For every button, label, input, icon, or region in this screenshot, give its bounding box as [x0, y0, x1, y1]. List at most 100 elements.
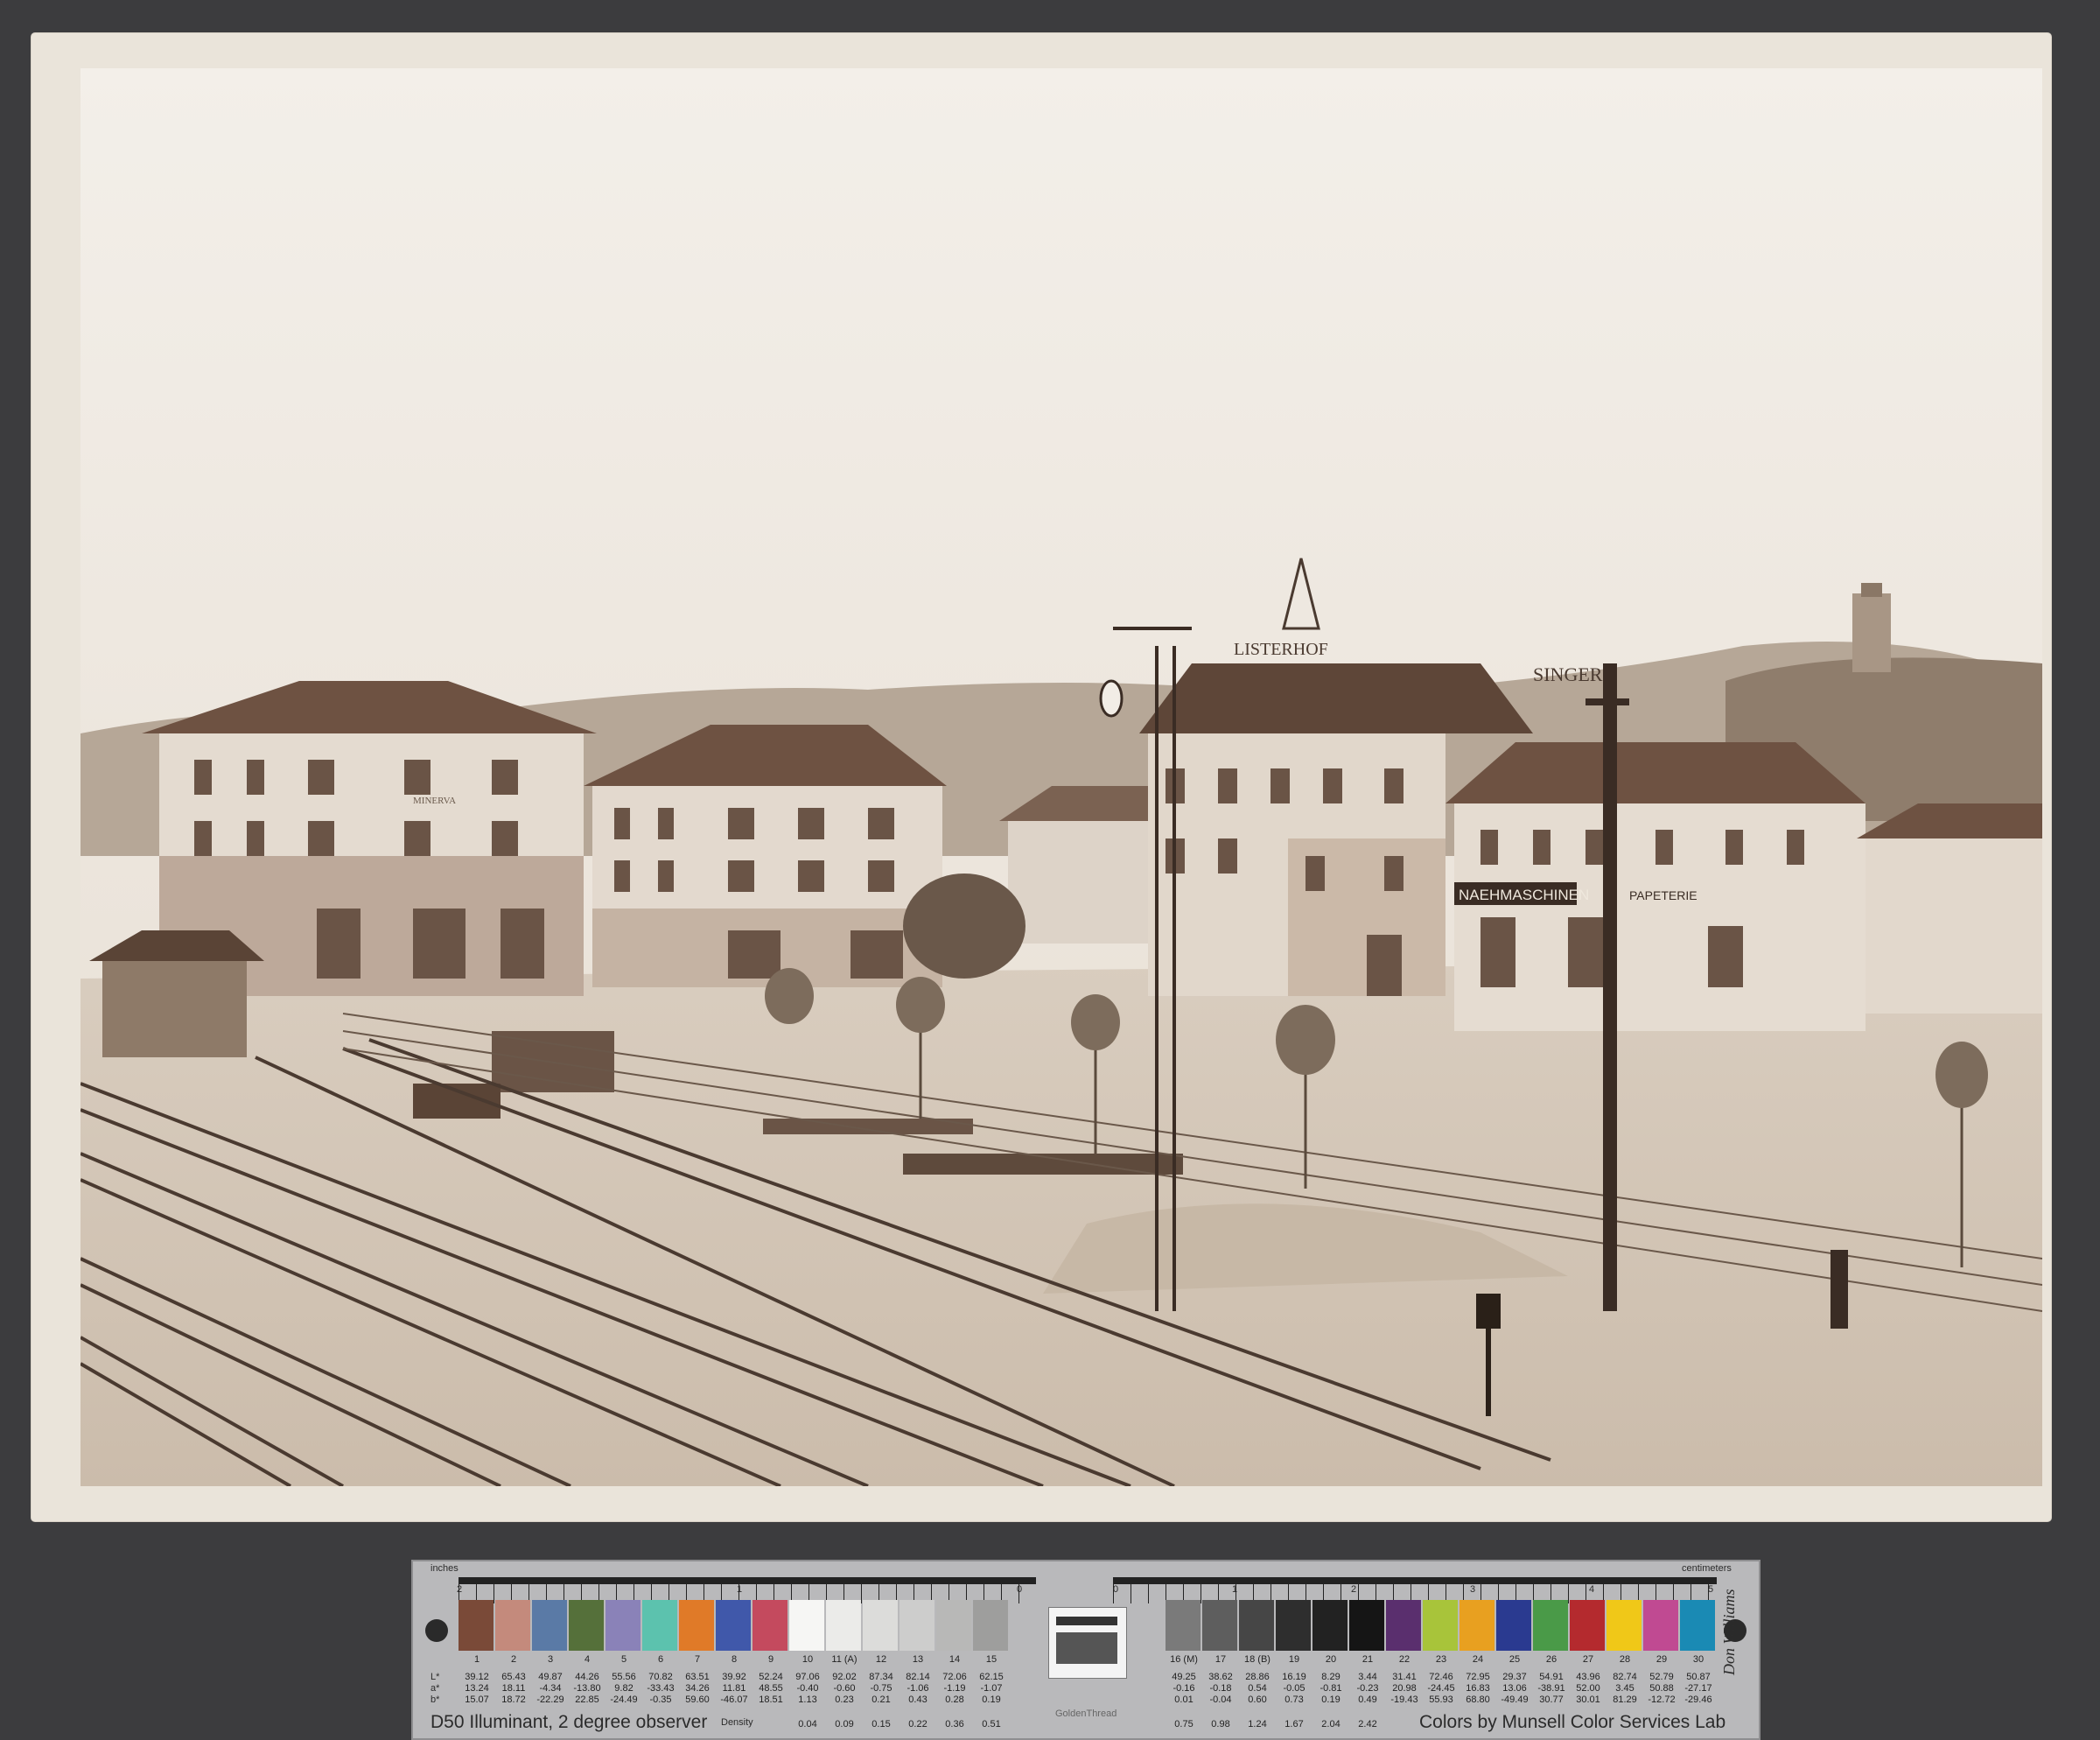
color-patch — [1423, 1600, 1458, 1651]
tree-cluster — [903, 874, 1026, 979]
lab-value: 22.85 — [575, 1694, 599, 1705]
lab-value: 0.28 — [945, 1694, 964, 1705]
lab-value: -24.49 — [610, 1694, 638, 1705]
color-patch — [1680, 1600, 1715, 1651]
patch-number: 19 — [1288, 1654, 1300, 1665]
photo-scene: MINERVA LISTERHOF SINGER NAEHMASCHINEN P… — [80, 68, 2042, 1486]
water-pump — [1830, 1250, 1848, 1329]
color-patch — [1276, 1600, 1311, 1651]
patch-number: 10 — [802, 1654, 814, 1665]
lab-value: 1.13 — [798, 1694, 817, 1705]
lab-value: -1.06 — [906, 1683, 929, 1694]
lab-value: -12.72 — [1648, 1694, 1676, 1705]
ruler-label-centimeters: centimeters — [1682, 1563, 1732, 1574]
patch-number: 24 — [1472, 1654, 1484, 1665]
cm-mark: 4 — [1589, 1584, 1595, 1595]
lab-value: -49.49 — [1501, 1694, 1529, 1705]
patch-number: 7 — [694, 1654, 701, 1665]
lab-value: 70.82 — [648, 1672, 673, 1682]
color-patch — [606, 1600, 640, 1651]
color-patch — [1166, 1600, 1200, 1651]
lab-value: 49.25 — [1172, 1672, 1196, 1682]
lab-value: 49.87 — [538, 1672, 563, 1682]
inch-mark: 2 — [457, 1584, 463, 1595]
density-value: 0.09 — [835, 1719, 854, 1729]
color-patch — [1312, 1600, 1348, 1651]
lab-value: -0.81 — [1320, 1683, 1342, 1694]
lab-value: 0.19 — [982, 1694, 1001, 1705]
lab-value: 92.02 — [832, 1672, 857, 1682]
color-patch — [495, 1600, 530, 1651]
lab-value: -0.23 — [1356, 1683, 1379, 1694]
patch-number: 21 — [1362, 1654, 1374, 1665]
lab-value: 72.95 — [1466, 1672, 1490, 1682]
cm-mark: 3 — [1470, 1584, 1476, 1595]
lab-value: 0.01 — [1174, 1694, 1194, 1705]
lab-value: 0.21 — [872, 1694, 891, 1705]
lab-value: 82.14 — [906, 1672, 930, 1682]
color-patch — [642, 1600, 677, 1651]
lab-value: -0.40 — [796, 1683, 819, 1694]
patch-number: 27 — [1582, 1654, 1594, 1665]
color-patch — [826, 1600, 861, 1651]
lab-value: -22.29 — [536, 1694, 564, 1705]
trackside-shed — [102, 961, 247, 1057]
inch-mark: 1 — [737, 1584, 743, 1595]
lab-value: 68.80 — [1466, 1694, 1490, 1705]
lab-value: 52.00 — [1576, 1683, 1600, 1694]
telegraph-pole — [1603, 663, 1617, 1311]
lab-value: 97.06 — [795, 1672, 820, 1682]
color-target: inches centimeters 210 012345 1 39.12 13.2… — [411, 1560, 1760, 1740]
lab-value: 38.62 — [1208, 1672, 1233, 1682]
lab-value: 30.01 — [1576, 1694, 1600, 1705]
color-patch — [1570, 1600, 1605, 1651]
lab-value: 87.34 — [869, 1672, 893, 1682]
lab-value: 3.45 — [1615, 1683, 1634, 1694]
lab-value: 31.41 — [1392, 1672, 1417, 1682]
patch-number: 29 — [1656, 1654, 1668, 1665]
color-patch — [716, 1600, 751, 1651]
inch-mark: 0 — [1017, 1584, 1023, 1595]
color-patch — [1643, 1600, 1678, 1651]
patch-number: 2 — [510, 1654, 517, 1665]
patch-number: 3 — [547, 1654, 554, 1665]
lab-value: 39.92 — [722, 1672, 746, 1682]
patch-number: 16 (M) — [1170, 1654, 1198, 1665]
lab-value: -0.04 — [1209, 1694, 1232, 1705]
lab-value: 63.51 — [685, 1672, 710, 1682]
patch-number: 13 — [912, 1654, 924, 1665]
lab-value: -0.35 — [649, 1694, 672, 1705]
patch-number: 12 — [875, 1654, 887, 1665]
density-value: 2.42 — [1358, 1719, 1377, 1729]
svg-text:NAEHMASCHINEN: NAEHMASCHINEN — [1459, 887, 1589, 903]
color-patch — [1533, 1600, 1568, 1651]
lab-value: 29.37 — [1502, 1672, 1527, 1682]
cm-mark: 0 — [1113, 1584, 1119, 1595]
castle-tower — [1852, 593, 1891, 672]
lab-value: 18.72 — [501, 1694, 526, 1705]
lab-value: 18.51 — [759, 1694, 783, 1705]
photo-mount: MINERVA LISTERHOF SINGER NAEHMASCHINEN P… — [32, 33, 2051, 1521]
lab-value: 59.60 — [685, 1694, 710, 1705]
cm-mark: 2 — [1351, 1584, 1357, 1595]
patch-number: 4 — [584, 1654, 591, 1665]
lab-value: -0.05 — [1283, 1683, 1306, 1694]
patch-number: 17 — [1214, 1654, 1227, 1665]
lab-value: 72.46 — [1429, 1672, 1453, 1682]
lab-value: 3.44 — [1358, 1672, 1377, 1682]
patch-number: 26 — [1545, 1654, 1558, 1665]
lab-value: -0.18 — [1209, 1683, 1232, 1694]
lab-value: 50.88 — [1649, 1683, 1674, 1694]
lab-value: 0.60 — [1248, 1694, 1267, 1705]
color-patch — [458, 1600, 494, 1651]
color-patch — [863, 1600, 898, 1651]
lab-value: 16.83 — [1466, 1683, 1490, 1694]
lab-value: 62.15 — [979, 1672, 1004, 1682]
lab-value: -33.43 — [647, 1683, 675, 1694]
munsell-credit: Colors by Munsell Color Services Lab — [1419, 1712, 1726, 1732]
lab-value: 9.82 — [614, 1683, 634, 1694]
lab-value: 16.19 — [1282, 1672, 1306, 1682]
street-lamp — [1099, 679, 1124, 718]
lab-value: 11.81 — [722, 1683, 746, 1694]
lab-value: 50.87 — [1686, 1672, 1711, 1682]
